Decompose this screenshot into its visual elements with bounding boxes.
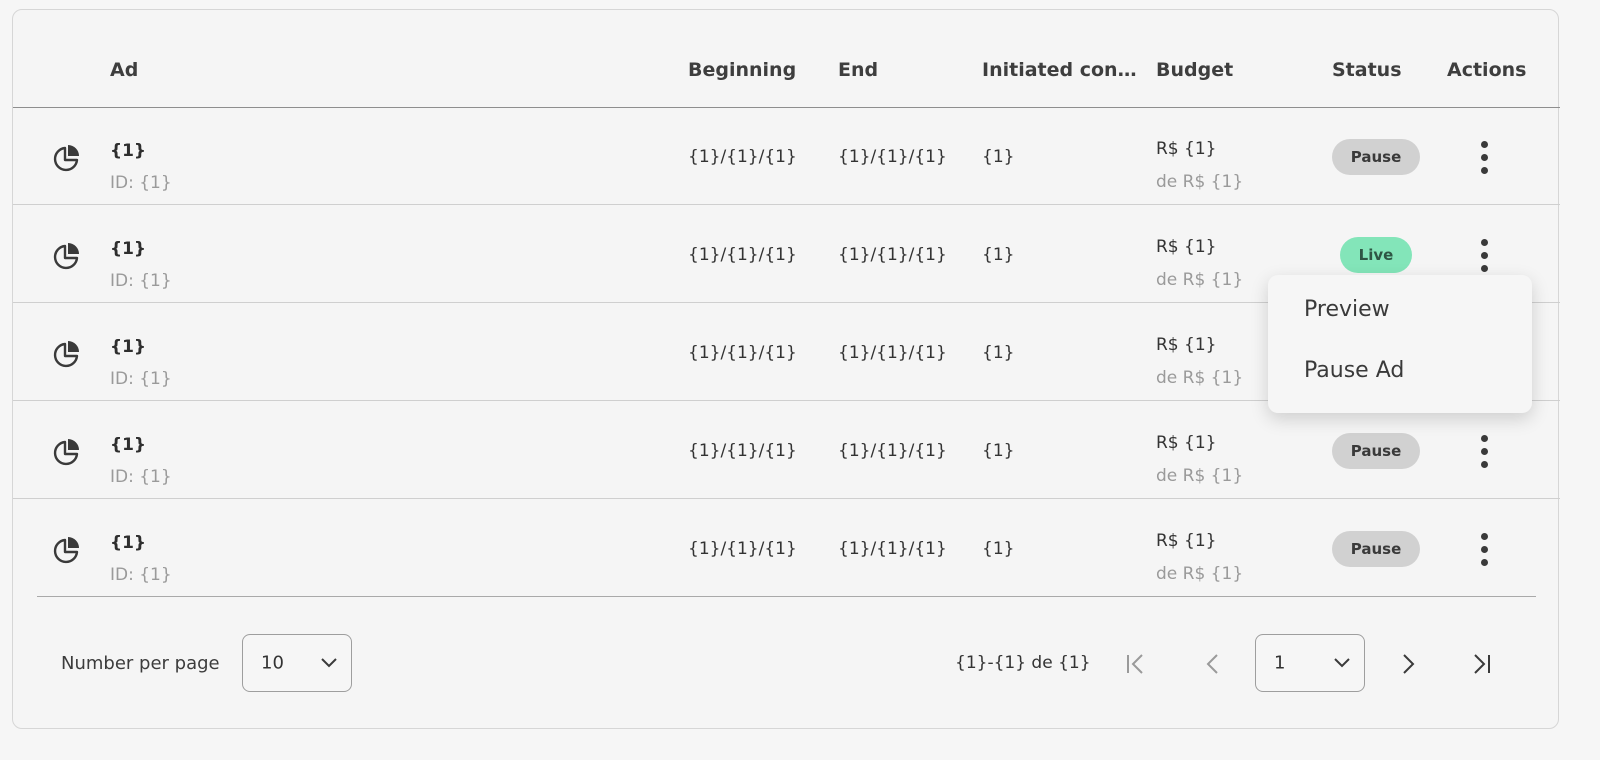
header-status: Status [1332, 59, 1402, 81]
budget-total: de R$ {1} [1156, 172, 1244, 192]
ad-name: {1} [110, 337, 147, 357]
menu-item-pause-ad[interactable]: Pause Ad [1304, 358, 1404, 383]
pie-chart-icon [53, 243, 79, 270]
header-initiated-conversions: Initiated conve... [982, 59, 1145, 81]
ad-name: {1} [110, 239, 147, 259]
more-options-icon[interactable] [1477, 435, 1491, 469]
ad-id: ID: {1} [110, 467, 172, 487]
pie-chart-icon [53, 341, 79, 368]
per-page-select[interactable]: 10 [242, 634, 352, 692]
beginning-date: {1}/{1}/{1} [688, 147, 797, 167]
end-date: {1}/{1}/{1} [838, 539, 947, 559]
more-options-icon[interactable] [1477, 533, 1491, 567]
end-date: {1}/{1}/{1} [838, 441, 947, 461]
beginning-date: {1}/{1}/{1} [688, 539, 797, 559]
initiated-conversions: {1} [982, 343, 1015, 363]
budget-spent: R$ {1} [1156, 433, 1217, 453]
pie-chart-icon [53, 145, 79, 172]
pie-chart-icon [53, 537, 79, 564]
row-actions-menu: Preview Pause Ad [1268, 275, 1532, 413]
pie-chart-icon [53, 439, 79, 466]
ad-name: {1} [110, 533, 147, 553]
beginning-date: {1}/{1}/{1} [688, 441, 797, 461]
last-page-icon[interactable] [1466, 649, 1496, 679]
more-options-icon[interactable] [1477, 141, 1491, 175]
per-page-value: 10 [261, 652, 284, 674]
initiated-conversions: {1} [982, 147, 1015, 167]
budget-total: de R$ {1} [1156, 270, 1244, 290]
header-beginning: Beginning [688, 59, 797, 81]
status-badge: Pause [1332, 531, 1420, 567]
table-row: {1} ID: {1} {1}/{1}/{1} {1}/{1}/{1} {1} R$ {1… [13, 499, 1560, 596]
initiated-conversions: {1} [982, 539, 1015, 559]
budget-total: de R$ {1} [1156, 368, 1244, 388]
pagination-range: {1}-{1} de {1} [955, 653, 1091, 673]
menu-item-preview[interactable]: Preview [1304, 297, 1390, 322]
table-bottom-divider [37, 596, 1536, 597]
status-badge: Pause [1332, 139, 1420, 175]
ad-id: ID: {1} [110, 565, 172, 585]
ad-id: ID: {1} [110, 173, 172, 193]
header-actions: Actions [1447, 59, 1527, 81]
initiated-conversions: {1} [982, 441, 1015, 461]
beginning-date: {1}/{1}/{1} [688, 245, 797, 265]
budget-spent: R$ {1} [1156, 531, 1217, 551]
page-value: 1 [1274, 652, 1286, 674]
page-select[interactable]: 1 [1255, 634, 1365, 692]
ad-id: ID: {1} [110, 369, 172, 389]
beginning-date: {1}/{1}/{1} [688, 343, 797, 363]
table-header: Ad Beginning End Initiated conve... Budg… [13, 10, 1560, 108]
budget-spent: R$ {1} [1156, 335, 1217, 355]
budget-spent: R$ {1} [1156, 139, 1217, 159]
table-row: {1} ID: {1} {1}/{1}/{1} {1}/{1}/{1} {1} R$ {1… [13, 401, 1560, 499]
previous-page-icon[interactable] [1198, 649, 1228, 679]
ad-name: {1} [110, 435, 147, 455]
end-date: {1}/{1}/{1} [838, 147, 947, 167]
header-end: End [838, 59, 879, 81]
end-date: {1}/{1}/{1} [838, 343, 947, 363]
next-page-icon[interactable] [1393, 649, 1423, 679]
per-page-label: Number per page [61, 653, 220, 674]
end-date: {1}/{1}/{1} [838, 245, 947, 265]
chevron-down-icon [1334, 658, 1350, 668]
budget-total: de R$ {1} [1156, 564, 1244, 584]
budget-total: de R$ {1} [1156, 466, 1244, 486]
budget-spent: R$ {1} [1156, 237, 1217, 257]
header-budget: Budget [1156, 59, 1234, 81]
more-options-icon[interactable] [1477, 239, 1491, 273]
ad-name: {1} [110, 141, 147, 161]
first-page-icon[interactable] [1121, 649, 1151, 679]
status-badge: Live [1340, 237, 1412, 273]
chevron-down-icon [321, 658, 337, 668]
header-ad: Ad [110, 59, 139, 81]
status-badge: Pause [1332, 433, 1420, 469]
initiated-conversions: {1} [982, 245, 1015, 265]
ad-id: ID: {1} [110, 271, 172, 291]
table-row: {1} ID: {1} {1}/{1}/{1} {1}/{1}/{1} {1} R$ {1… [13, 107, 1560, 205]
